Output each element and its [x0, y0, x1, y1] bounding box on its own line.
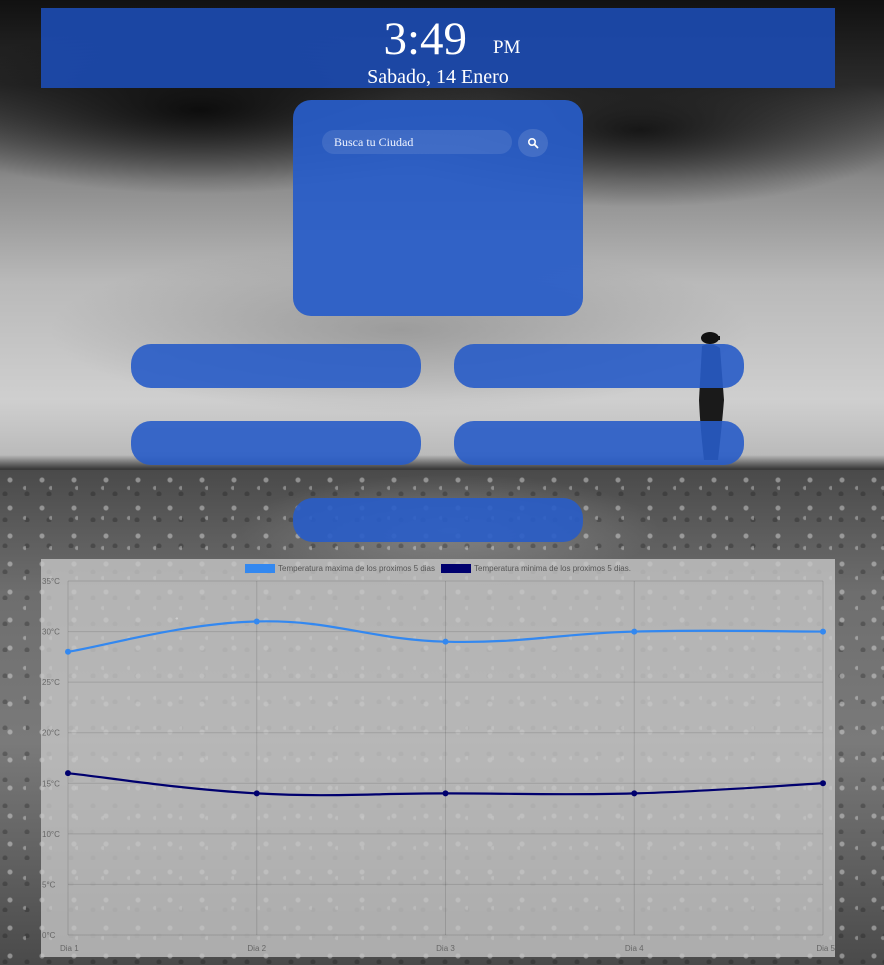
- clock-time: 3:49: [383, 13, 468, 65]
- x-tick-label: Dia 1: [60, 944, 79, 953]
- data-point-min: [65, 770, 71, 777]
- weather-info-pill-4: [454, 421, 744, 465]
- y-tick-label: 35°C: [42, 577, 60, 586]
- weather-info-pill-3: [131, 421, 421, 465]
- clock-header: 3:49 PM Sabado, 14 Enero: [41, 8, 835, 88]
- data-point-min: [631, 790, 638, 797]
- clock-ampm: PM: [493, 37, 521, 58]
- y-tick-label: 5°C: [42, 880, 56, 889]
- data-point-min: [442, 790, 449, 797]
- weather-info-pill-1: [131, 344, 421, 388]
- clock-row: 3:49 PM: [41, 12, 835, 66]
- search-button[interactable]: [518, 129, 548, 157]
- data-point-max: [253, 618, 260, 625]
- weather-info-pill-2: [454, 344, 744, 388]
- weather-search-card: [293, 100, 583, 316]
- search-icon: [527, 137, 539, 149]
- chart-plot-area: 0°C 5°C 10°C 15°C 20°C 25°C 30°C 35°C Dia 1 Dia 2…: [42, 577, 835, 953]
- data-point-max: [442, 638, 449, 645]
- data-point-min: [820, 780, 826, 787]
- data-point-max: [631, 628, 638, 635]
- weather-info-pill-5: [293, 498, 583, 542]
- data-point-max: [820, 628, 826, 635]
- x-tick-label: Dia 2: [247, 944, 266, 953]
- y-tick-label: 30°C: [42, 628, 60, 637]
- y-tick-label: 15°C: [42, 779, 60, 788]
- x-tick-label: Dia 5: [816, 944, 835, 953]
- y-tick-label: 20°C: [42, 729, 60, 738]
- x-tick-label: Dia 3: [436, 944, 455, 953]
- y-tick-label: 25°C: [42, 678, 60, 687]
- y-tick-label: 10°C: [42, 830, 60, 839]
- y-tick-label: 0°C: [42, 931, 56, 940]
- x-tick-label: Dia 4: [625, 944, 644, 953]
- current-date: Sabado, 14 Enero: [367, 66, 509, 88]
- data-point-min: [253, 790, 260, 797]
- city-search-input[interactable]: [322, 130, 512, 154]
- data-point-max: [65, 648, 71, 655]
- temperature-chart: Temperatura maxima de los proximos 5 dia…: [41, 559, 835, 957]
